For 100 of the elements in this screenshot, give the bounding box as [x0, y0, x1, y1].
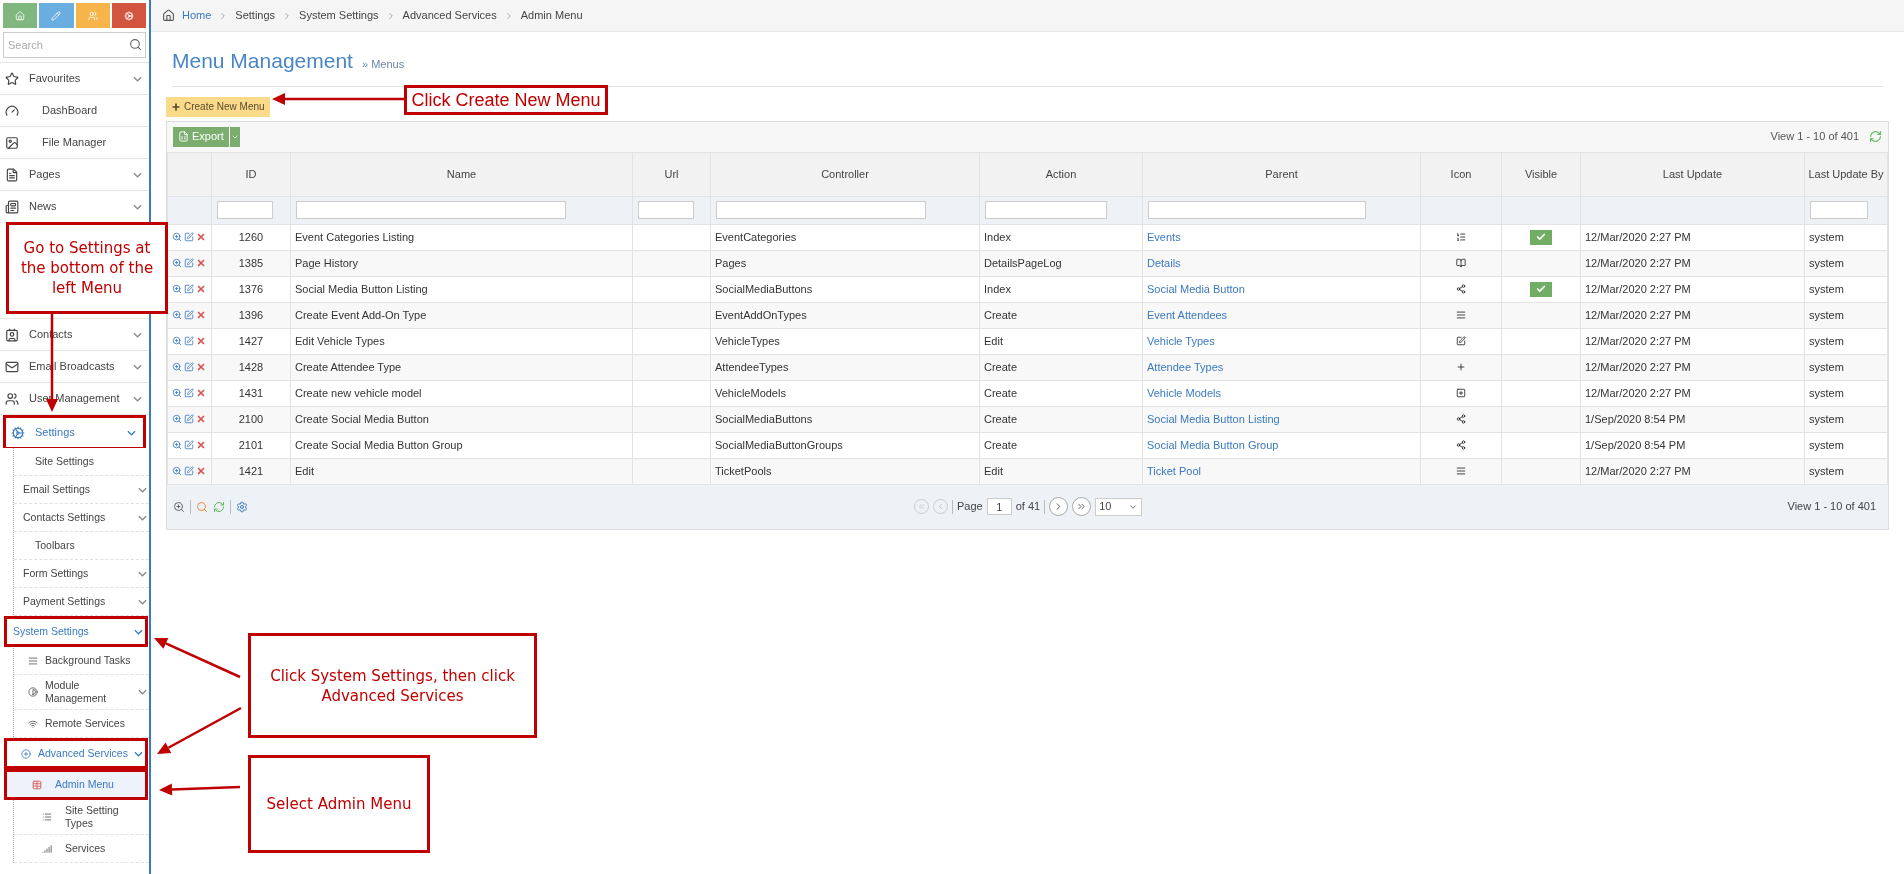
parent-link[interactable]: Social Media Button Listing — [1142, 406, 1421, 432]
table-cell: 12/Mar/2020 2:27 PM — [1580, 276, 1805, 302]
column-header[interactable]: ID — [211, 152, 291, 196]
last-page-button[interactable] — [1072, 497, 1092, 516]
document-icon — [5, 167, 19, 182]
column-header[interactable]: Name — [290, 152, 633, 196]
sidebar-item[interactable]: Advanced Services — [4, 738, 148, 769]
edit-icon — [1456, 336, 1466, 346]
parent-link[interactable]: Details — [1142, 250, 1421, 276]
edit-icon[interactable] — [184, 466, 194, 476]
edit-icon[interactable] — [184, 362, 194, 372]
parent-link[interactable]: Event Attendees — [1142, 302, 1421, 328]
delete-icon[interactable] — [196, 466, 206, 476]
breadcrumb-item[interactable]: System Settings — [299, 7, 379, 24]
view-icon[interactable] — [172, 232, 182, 242]
edit-icon[interactable] — [184, 284, 194, 294]
filter-field[interactable] — [1810, 201, 1868, 219]
table-cell: Create Social Media Button — [290, 406, 633, 432]
sidebar-item[interactable]: Settings — [3, 415, 146, 448]
edit-icon[interactable] — [184, 310, 194, 320]
column-header[interactable]: Visible — [1501, 152, 1581, 196]
create-button[interactable]: Create New Menu — [166, 96, 270, 117]
edit-icon[interactable] — [184, 414, 194, 424]
table-cell: Page History — [290, 250, 633, 276]
filter-field[interactable] — [296, 201, 566, 219]
view-icon[interactable] — [172, 258, 182, 268]
chevron-left-icon — [936, 502, 945, 511]
newspaper-icon — [5, 199, 19, 214]
zoom-icon[interactable] — [173, 500, 185, 513]
search-icon[interactable] — [196, 500, 208, 513]
sidebar-item[interactable]: System Settings — [4, 616, 148, 647]
filter-field[interactable] — [985, 201, 1107, 219]
delete-icon[interactable] — [196, 388, 206, 398]
column-header[interactable]: Last Update — [1580, 152, 1805, 196]
parent-link[interactable]: Ticket Pool — [1142, 458, 1421, 484]
delete-icon[interactable] — [196, 258, 206, 268]
view-icon[interactable] — [172, 362, 182, 372]
edit-icon[interactable] — [184, 388, 194, 398]
parent-link[interactable]: Vehicle Models — [1142, 380, 1421, 406]
view-icon[interactable] — [172, 284, 182, 294]
share-icon — [1456, 440, 1466, 450]
refresh-icon[interactable] — [213, 500, 225, 513]
filter-field[interactable] — [638, 201, 694, 219]
page-label: Page — [957, 499, 983, 515]
delete-icon[interactable] — [196, 414, 206, 424]
users-button[interactable] — [75, 3, 110, 28]
column-header[interactable]: Last Update By — [1804, 152, 1888, 196]
home-icon — [15, 10, 26, 21]
parent-link[interactable]: Events — [1142, 224, 1421, 250]
column-header[interactable]: Icon — [1420, 152, 1502, 196]
chevron-icon — [138, 514, 147, 521]
table-cell: Create Event Add-On Type — [290, 302, 633, 328]
table-cell: system — [1804, 250, 1888, 276]
parent-link[interactable]: Attendee Types — [1142, 354, 1421, 380]
sidebar-item[interactable]: Admin Menu — [4, 769, 148, 800]
delete-icon[interactable] — [196, 284, 206, 294]
delete-icon[interactable] — [196, 310, 206, 320]
column-header[interactable]: Parent — [1142, 152, 1421, 196]
delete-icon[interactable] — [196, 336, 206, 346]
home-button[interactable] — [3, 3, 38, 28]
column-header[interactable]: Controller — [710, 152, 980, 196]
table-cell: system — [1804, 224, 1888, 250]
share-icon — [1456, 414, 1466, 424]
parent-link[interactable]: Vehicle Types — [1142, 328, 1421, 354]
search-field[interactable]: Search — [3, 32, 146, 58]
table-cell: 12/Mar/2020 2:27 PM — [1580, 250, 1805, 276]
breadcrumb-item[interactable]: Advanced Services — [402, 7, 497, 24]
edit-button[interactable] — [39, 3, 74, 28]
breadcrumb-item[interactable]: Home — [182, 7, 212, 24]
edit-icon[interactable] — [184, 440, 194, 450]
delete-icon[interactable] — [196, 232, 206, 242]
view-icon[interactable] — [172, 336, 182, 346]
export-menu-button[interactable] — [229, 126, 240, 147]
view-icon[interactable] — [172, 440, 182, 450]
parent-link[interactable]: Social Media Button Group — [1142, 432, 1421, 458]
view-icon[interactable] — [172, 466, 182, 476]
breadcrumb-item[interactable]: Settings — [235, 7, 276, 24]
plus-circle-icon — [21, 748, 31, 759]
edit-icon[interactable] — [184, 258, 194, 268]
page-size-select[interactable]: 10 — [1095, 497, 1143, 516]
column-header[interactable]: Url — [632, 152, 711, 196]
edit-icon[interactable] — [184, 336, 194, 346]
next-page-button[interactable] — [1049, 497, 1069, 516]
view-icon[interactable] — [172, 310, 182, 320]
column-header[interactable]: Action — [979, 152, 1143, 196]
breadcrumb-item[interactable]: Admin Menu — [520, 7, 583, 24]
view-icon[interactable] — [172, 414, 182, 424]
page-field[interactable]: 1 — [986, 498, 1012, 515]
edit-icon[interactable] — [184, 232, 194, 242]
settings-icon[interactable] — [236, 500, 248, 513]
delete-icon[interactable] — [196, 362, 206, 372]
filter-field[interactable] — [1148, 201, 1366, 219]
settings-button[interactable] — [111, 3, 146, 28]
gears-icon — [11, 425, 25, 440]
filter-field[interactable] — [217, 201, 273, 219]
refresh-icon[interactable] — [1869, 130, 1882, 143]
parent-link[interactable]: Social Media Button — [1142, 276, 1421, 302]
delete-icon[interactable] — [196, 440, 206, 450]
view-icon[interactable] — [172, 388, 182, 398]
filter-field[interactable] — [716, 201, 926, 219]
